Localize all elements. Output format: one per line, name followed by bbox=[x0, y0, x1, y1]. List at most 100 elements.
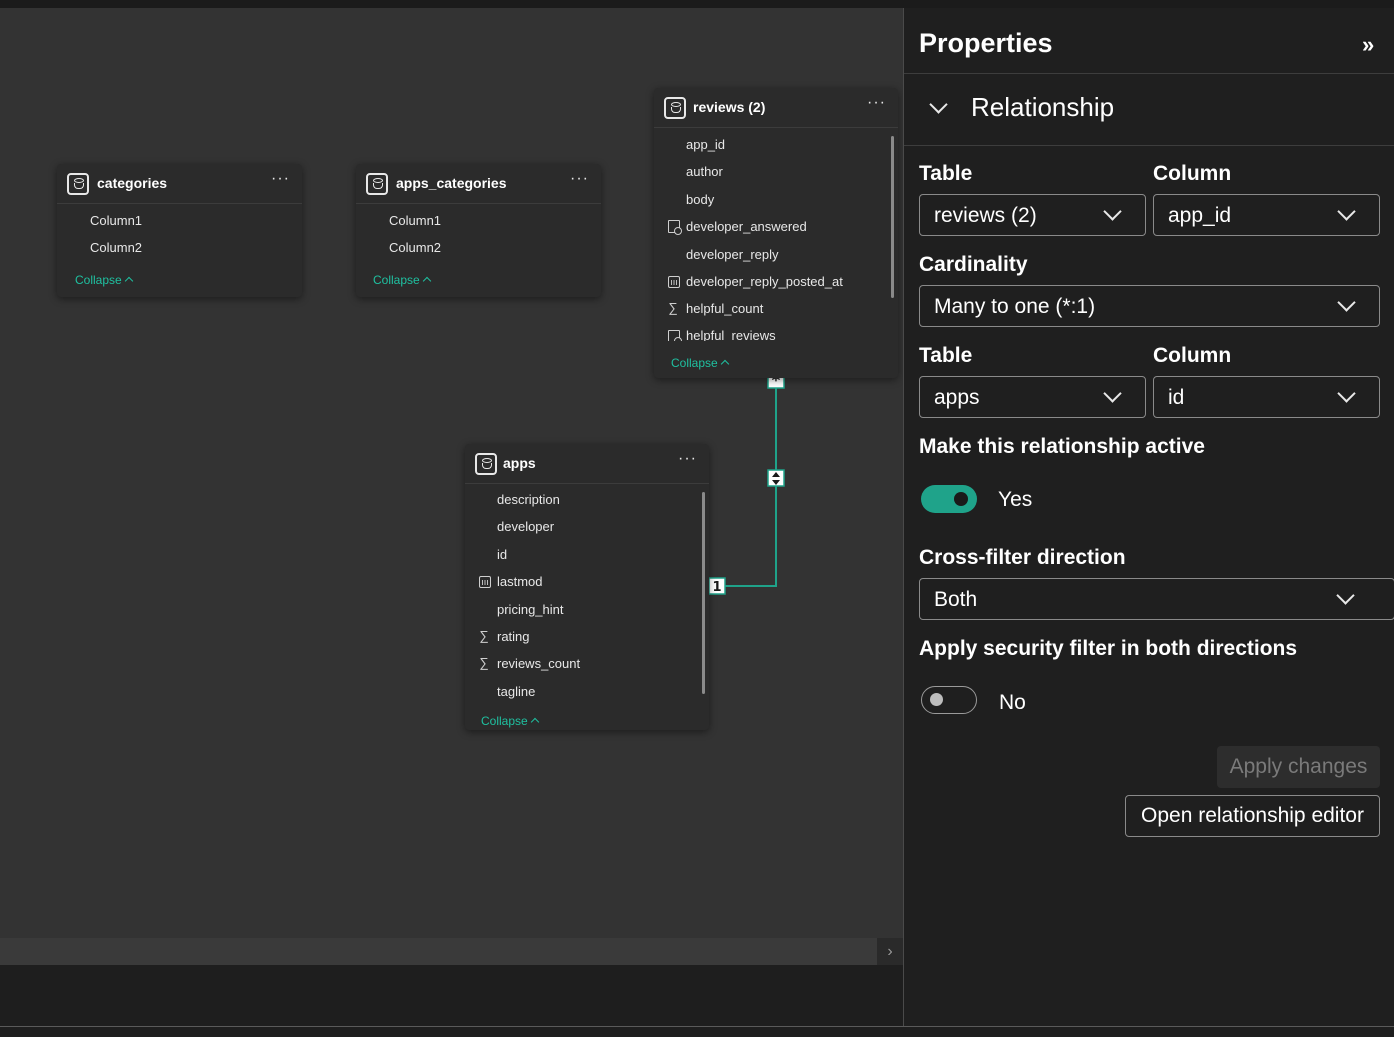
column-item[interactable]: developer bbox=[497, 519, 554, 534]
column-item[interactable]: Column2 bbox=[389, 240, 441, 255]
to-column-label: Column bbox=[1153, 344, 1232, 367]
dropdown-value: Both bbox=[934, 588, 978, 611]
table-card-apps-categories[interactable]: apps_categories ··· Column1 Column2 Coll… bbox=[356, 164, 601, 297]
cardinality-label: Cardinality bbox=[919, 253, 1028, 276]
vertical-scrollbar[interactable] bbox=[891, 136, 894, 298]
collapse-pane-icon[interactable]: » bbox=[1362, 32, 1374, 58]
chevron-up-icon bbox=[530, 717, 539, 727]
crossfilter-dropdown[interactable]: Both bbox=[919, 578, 1394, 620]
column-item[interactable]: author bbox=[686, 164, 723, 179]
from-column-dropdown[interactable]: app_id bbox=[1153, 194, 1380, 236]
horizontal-scrollbar[interactable]: › bbox=[0, 938, 903, 965]
calendar-icon bbox=[479, 576, 491, 588]
chevron-down-icon bbox=[1103, 384, 1122, 403]
security-toggle-value: No bbox=[999, 691, 1026, 714]
properties-panel: Properties » Relationship Table Column r… bbox=[903, 8, 1394, 1027]
toggle-knob bbox=[954, 492, 968, 506]
chevron-up-icon bbox=[124, 276, 133, 286]
calendar-icon bbox=[668, 276, 680, 288]
column-item[interactable]: Column2 bbox=[90, 240, 142, 255]
crossfilter-label: Cross-filter direction bbox=[919, 546, 1126, 569]
column-item[interactable]: reviews_count bbox=[497, 656, 580, 671]
active-toggle[interactable] bbox=[921, 485, 977, 513]
boolean-column-icon bbox=[668, 330, 682, 341]
apply-changes-button[interactable]: Apply changes bbox=[1217, 746, 1380, 788]
chevron-down-icon bbox=[1336, 586, 1355, 605]
open-relationship-editor-button[interactable]: Open relationship editor bbox=[1125, 795, 1380, 837]
more-options-icon[interactable]: ··· bbox=[570, 170, 589, 188]
active-toggle-value: Yes bbox=[998, 488, 1033, 511]
diagram-canvas[interactable]: * 1 categories ··· Column1 Column2 Colla… bbox=[0, 8, 903, 938]
security-toggle[interactable] bbox=[921, 686, 977, 714]
table-card-reviews-2[interactable]: reviews (2) ··· app_id author body devel… bbox=[654, 88, 898, 378]
column-list[interactable]: app_id author body developer_answered de… bbox=[654, 129, 898, 341]
collapse-link[interactable]: Collapse bbox=[373, 273, 431, 287]
column-item[interactable]: Column1 bbox=[90, 213, 142, 228]
vertical-scrollbar[interactable] bbox=[702, 492, 705, 694]
table-card-categories[interactable]: categories ··· Column1 Column2 Collapse bbox=[57, 164, 302, 297]
toggle-knob bbox=[930, 693, 943, 706]
collapse-label: Collapse bbox=[75, 273, 122, 287]
from-table-label: Table bbox=[919, 162, 973, 185]
chevron-down-icon bbox=[1103, 202, 1122, 221]
from-table-dropdown[interactable]: reviews (2) bbox=[919, 194, 1146, 236]
column-item[interactable]: app_id bbox=[686, 137, 725, 152]
collapse-link[interactable]: Collapse bbox=[481, 714, 539, 728]
table-title: reviews (2) bbox=[693, 99, 766, 115]
more-options-icon[interactable]: ··· bbox=[271, 170, 290, 188]
cardinality-dropdown[interactable]: Many to one (*:1) bbox=[919, 285, 1380, 327]
collapse-label: Collapse bbox=[671, 356, 718, 370]
column-item[interactable]: developer_reply bbox=[686, 247, 779, 262]
chevron-right-icon[interactable]: › bbox=[877, 938, 903, 965]
column-item[interactable]: developer_reply_posted_at bbox=[686, 274, 843, 289]
boolean-column-icon bbox=[668, 220, 682, 235]
dropdown-value: reviews (2) bbox=[934, 204, 1037, 227]
panel-title: Properties bbox=[919, 28, 1053, 58]
section-title-relationship[interactable]: Relationship bbox=[971, 92, 1114, 123]
column-item[interactable]: body bbox=[686, 192, 714, 207]
model-view: * 1 categories ··· Column1 Column2 Colla… bbox=[0, 0, 1394, 1037]
collapse-label: Collapse bbox=[481, 714, 528, 728]
table-title: categories bbox=[97, 175, 168, 191]
chevron-up-icon bbox=[720, 359, 729, 369]
table-header[interactable]: apps ··· bbox=[465, 444, 709, 484]
dropdown-value: apps bbox=[934, 386, 980, 409]
column-item[interactable]: Column1 bbox=[389, 213, 441, 228]
sigma-icon: ∑ bbox=[479, 655, 489, 670]
divider bbox=[904, 73, 1394, 74]
from-column-label: Column bbox=[1153, 162, 1232, 185]
chevron-up-icon bbox=[422, 276, 431, 286]
table-title: apps bbox=[503, 455, 536, 471]
top-bar bbox=[0, 0, 1394, 8]
collapse-label: Collapse bbox=[373, 273, 420, 287]
to-table-dropdown[interactable]: apps bbox=[919, 376, 1146, 418]
column-item[interactable]: pricing_hint bbox=[497, 602, 564, 617]
table-header[interactable]: apps_categories ··· bbox=[356, 164, 601, 204]
column-item[interactable]: rating bbox=[497, 629, 530, 644]
chevron-down-icon bbox=[1337, 202, 1356, 221]
dropdown-value: id bbox=[1168, 386, 1185, 409]
column-item[interactable]: tagline bbox=[497, 684, 535, 699]
table-icon bbox=[664, 97, 686, 119]
table-header[interactable]: reviews (2) ··· bbox=[654, 88, 898, 128]
column-item[interactable]: helpful_count bbox=[686, 301, 763, 316]
to-column-dropdown[interactable]: id bbox=[1153, 376, 1380, 418]
to-table-label: Table bbox=[919, 344, 973, 367]
column-list[interactable]: description developer id lastmod pricing… bbox=[465, 485, 709, 700]
more-options-icon[interactable]: ··· bbox=[867, 94, 886, 112]
collapse-link[interactable]: Collapse bbox=[671, 356, 729, 370]
table-card-apps[interactable]: apps ··· description developer id lastmo… bbox=[465, 444, 709, 730]
table-title: apps_categories bbox=[396, 175, 507, 191]
column-item[interactable]: developer_answered bbox=[686, 219, 807, 234]
column-item[interactable]: helpful_reviews bbox=[686, 328, 776, 341]
column-item[interactable]: lastmod bbox=[497, 574, 543, 589]
chevron-down-icon[interactable] bbox=[929, 95, 948, 114]
more-options-icon[interactable]: ··· bbox=[678, 450, 697, 468]
table-header[interactable]: categories ··· bbox=[57, 164, 302, 204]
column-item[interactable]: id bbox=[497, 547, 507, 562]
one-marker-label: 1 bbox=[712, 580, 721, 595]
status-bar bbox=[0, 1027, 1394, 1037]
collapse-link[interactable]: Collapse bbox=[75, 273, 133, 287]
divider bbox=[904, 145, 1394, 146]
column-item[interactable]: description bbox=[497, 492, 560, 507]
